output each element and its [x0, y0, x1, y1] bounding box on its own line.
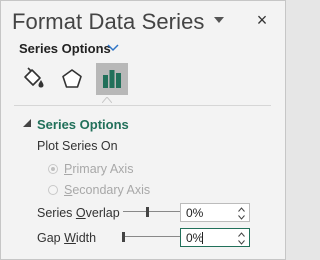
section-title[interactable]: Series Options [37, 117, 129, 132]
tab-effects[interactable] [56, 63, 88, 95]
slider-track [123, 211, 183, 212]
close-button[interactable]: × [253, 9, 271, 30]
slider-thumb[interactable] [146, 207, 149, 217]
close-icon: × [256, 9, 268, 30]
secondary-axis-radio[interactable] [48, 185, 58, 195]
text-caret [202, 232, 203, 244]
spin-up-icon[interactable] [236, 205, 246, 213]
divider [14, 105, 271, 106]
pane-menu-button[interactable] [210, 11, 228, 29]
gap-width-spinner[interactable]: 0% [180, 228, 250, 247]
bar-chart-icon [103, 70, 121, 88]
chevron-down-icon[interactable] [106, 42, 120, 54]
slider-thumb[interactable] [122, 232, 125, 242]
format-data-series-pane: Format Data Series × Series Options Seri… [0, 0, 286, 260]
tab-series-options[interactable] [96, 63, 128, 95]
spin-down-icon[interactable] [236, 213, 246, 221]
spin-up-icon[interactable] [236, 230, 246, 238]
gap-width-label: Gap Width [37, 231, 97, 245]
series-overlap-label: Series Overlap [37, 206, 120, 220]
paint-bucket-icon [24, 67, 44, 88]
primary-axis-radio[interactable] [48, 164, 58, 174]
secondary-axis-option[interactable]: Secondary Axis [48, 182, 150, 198]
series-overlap-spinner[interactable]: 0% [180, 203, 250, 222]
gap-width-value[interactable]: 0% [186, 231, 203, 245]
pane-title: Format Data Series [12, 9, 205, 34]
tab-fill-line[interactable] [17, 63, 49, 95]
slider-track [123, 236, 183, 237]
collapse-triangle-icon[interactable] [23, 119, 31, 127]
series-options-dropdown-label[interactable]: Series Options [19, 41, 111, 56]
spin-down-icon[interactable] [236, 238, 246, 246]
caret-down-icon [214, 17, 224, 23]
pentagon-icon [62, 69, 82, 88]
secondary-axis-label: Secondary Axis [64, 183, 151, 197]
selected-tab-pointer [102, 97, 112, 103]
series-overlap-value[interactable]: 0% [186, 206, 203, 220]
primary-axis-option[interactable]: Primary Axis [48, 161, 133, 177]
plot-series-on-label: Plot Series On [37, 139, 118, 153]
primary-axis-label: Primary Axis [64, 162, 134, 176]
